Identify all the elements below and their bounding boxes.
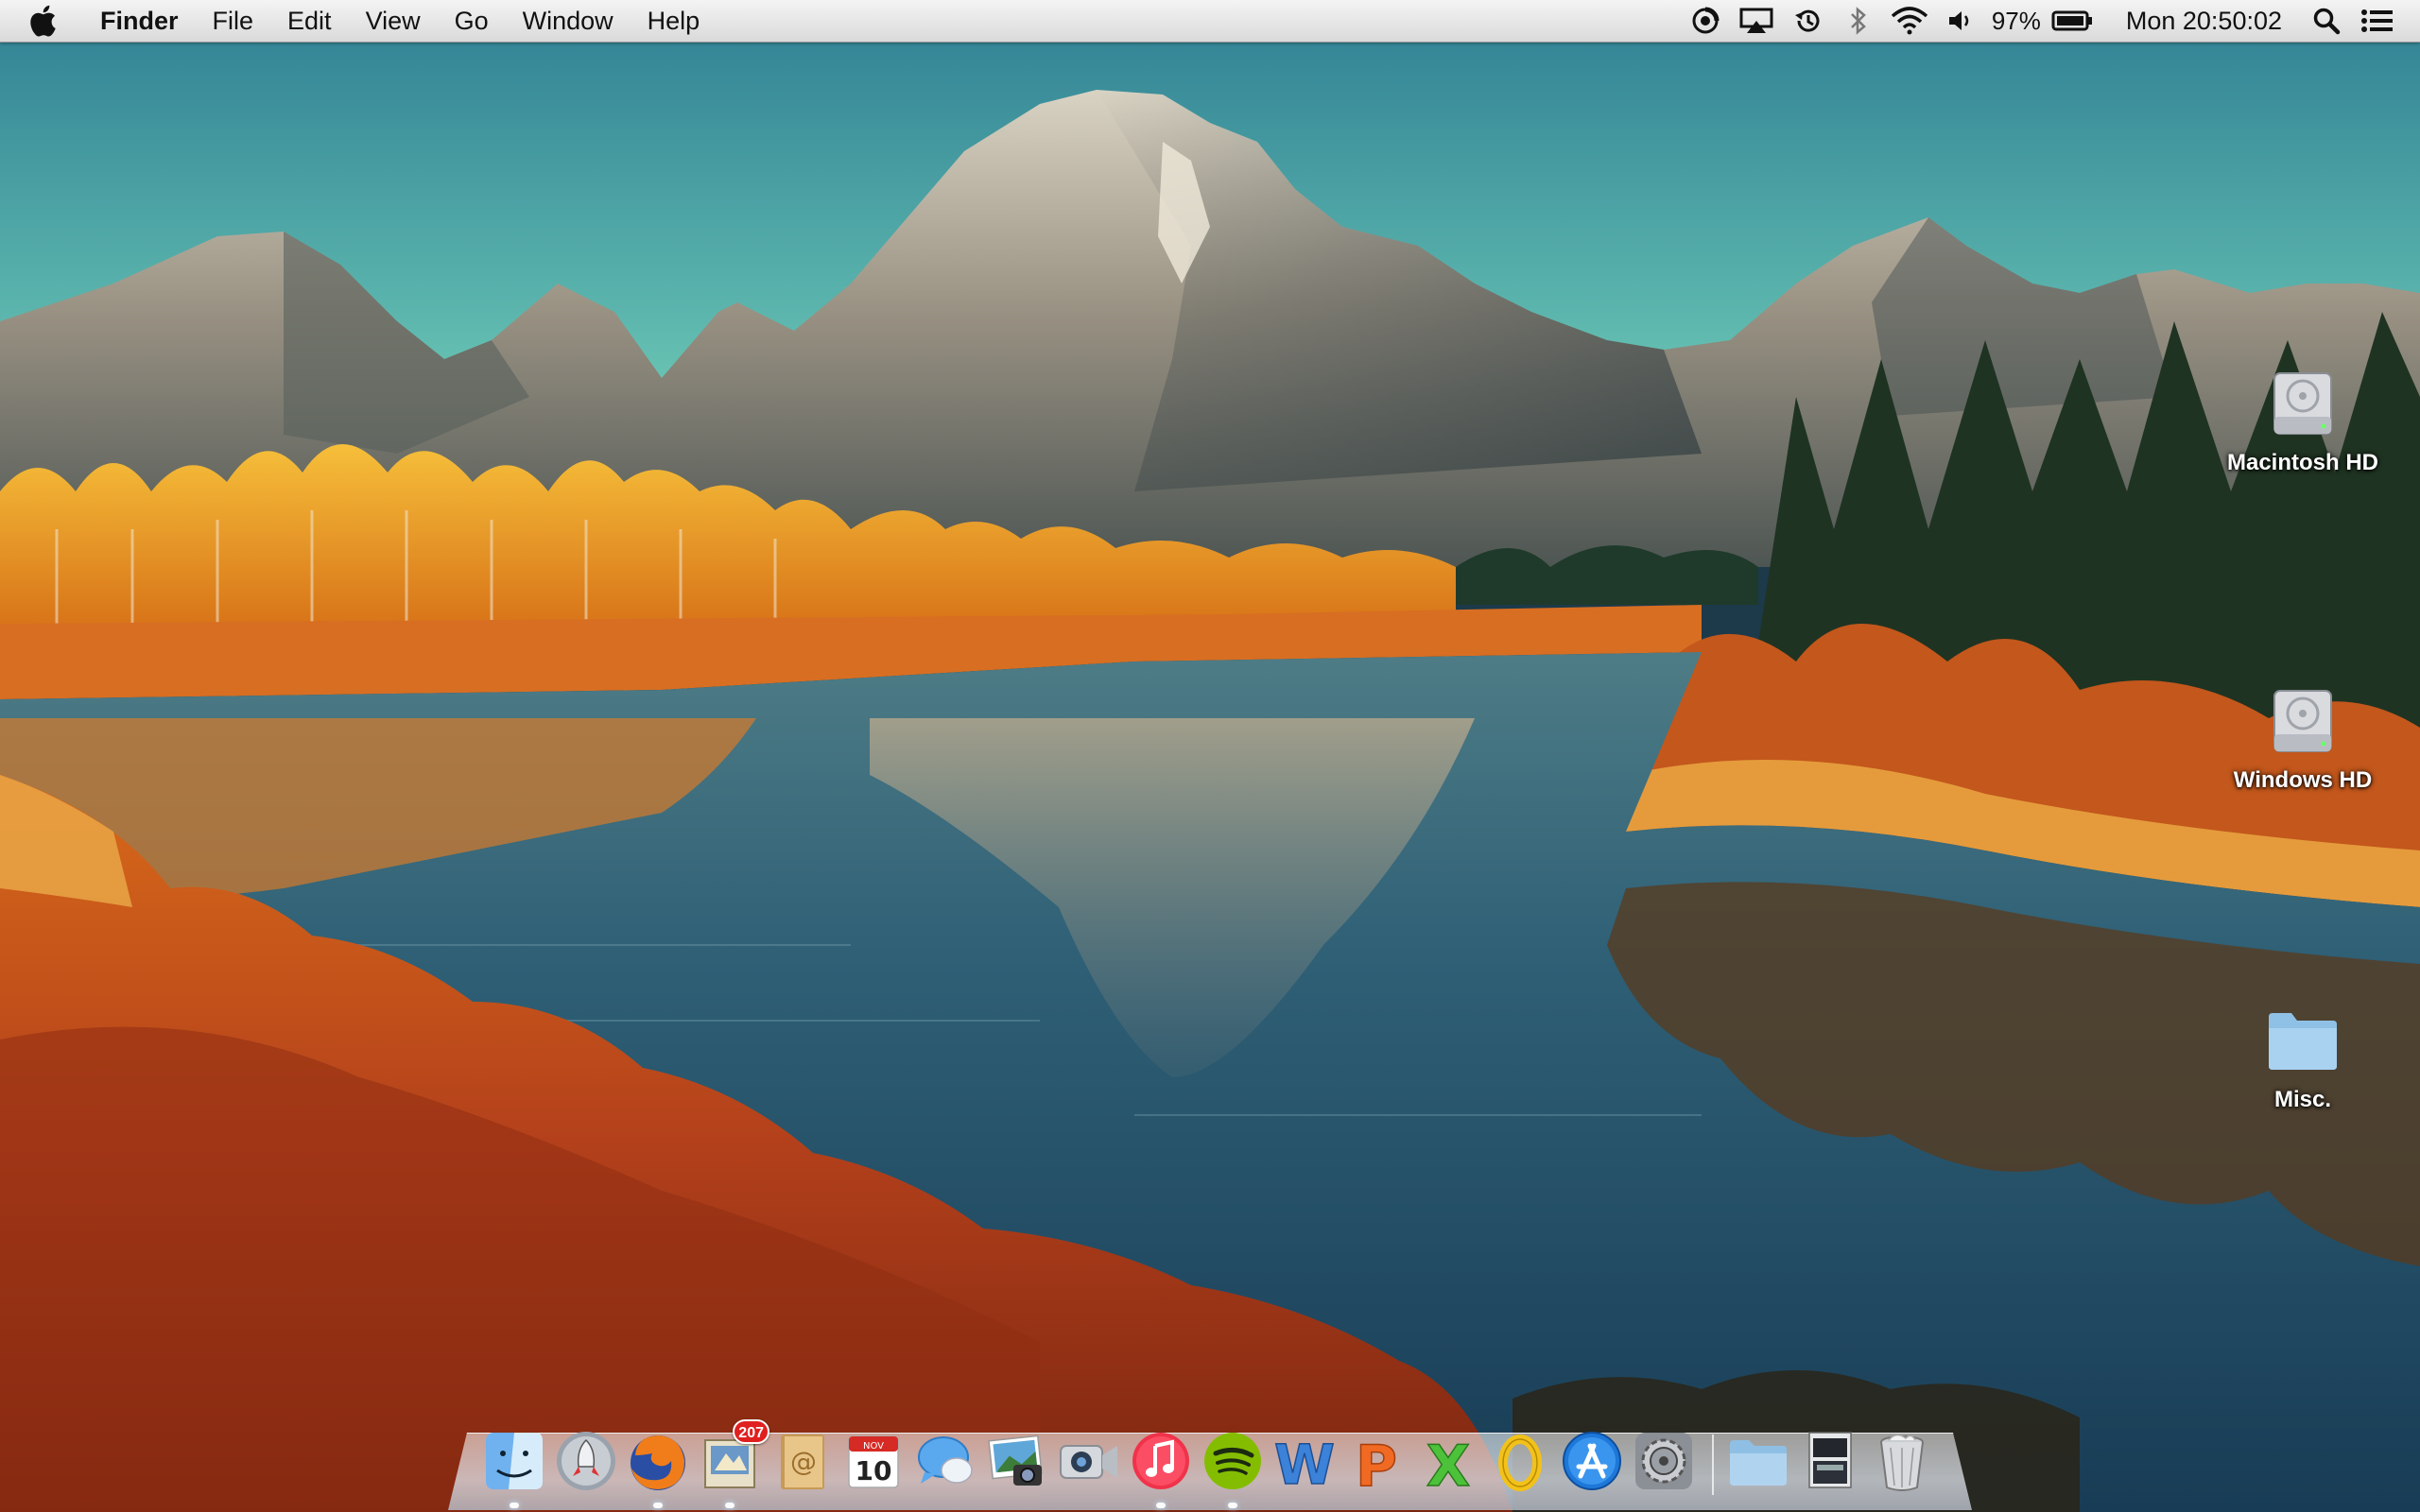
menu-file[interactable]: File — [196, 0, 271, 42]
dock-iphoto[interactable] — [983, 1427, 1051, 1495]
desktop-icon-label: Misc. — [2273, 1087, 2332, 1112]
running-indicator — [1156, 1503, 1166, 1508]
running-indicator — [653, 1503, 663, 1508]
dock-launchpad[interactable] — [552, 1427, 620, 1495]
menu-bar: Finder File Edit View Go Window Help 97%… — [0, 0, 2420, 43]
mail-unread-badge: 207 — [733, 1419, 769, 1444]
menu-window[interactable]: Window — [506, 0, 631, 42]
volume-icon[interactable] — [1935, 0, 1986, 42]
dock-system-preferences[interactable] — [1630, 1427, 1698, 1495]
running-indicator — [1228, 1503, 1237, 1508]
messages-icon — [918, 1436, 973, 1484]
dock-separator — [1702, 1427, 1724, 1495]
word-icon: W — [1273, 1432, 1335, 1495]
dock-firefox[interactable] — [624, 1427, 692, 1508]
dock-messages[interactable] — [911, 1427, 979, 1495]
firefox-icon — [631, 1435, 685, 1490]
dock-powerpoint[interactable]: P — [1342, 1427, 1410, 1495]
dock-spotify[interactable] — [1199, 1427, 1267, 1508]
calendar-month-label: NOV — [863, 1441, 884, 1452]
outlook-icon — [1498, 1435, 1542, 1491]
wifi-icon[interactable] — [1884, 0, 1935, 42]
menu-clock[interactable]: Mon 20:50:02 — [2098, 0, 2301, 42]
dock-mail[interactable]: 207 — [696, 1419, 769, 1508]
dock-contacts[interactable]: @ — [768, 1427, 836, 1495]
dock: 207 @ NOV 10 W P X — [480, 1419, 1936, 1508]
app-store-icon — [1563, 1432, 1621, 1490]
folder-icon — [1730, 1440, 1787, 1486]
dock-excel[interactable]: X — [1414, 1427, 1482, 1495]
excel-icon: X — [1426, 1433, 1471, 1495]
apple-menu-icon[interactable] — [28, 0, 78, 42]
svg-text:W: W — [1274, 1433, 1335, 1495]
calendar-day-label: 10 — [856, 1455, 892, 1486]
desktop-icon-windows-hd[interactable]: Windows HD — [2208, 680, 2397, 794]
desktop-icon-label: Windows HD — [2233, 767, 2373, 793]
facetime-icon — [1060, 1445, 1117, 1479]
folder-icon — [2262, 1000, 2343, 1081]
desktop-icon-macintosh-hd[interactable]: Macintosh HD — [2208, 363, 2397, 476]
svg-text:X: X — [1426, 1434, 1470, 1495]
spotify-icon — [1204, 1433, 1261, 1489]
hard-drive-icon — [2262, 363, 2343, 444]
dock-documents-stack[interactable] — [1796, 1427, 1864, 1495]
dock-calendar[interactable]: NOV 10 — [839, 1427, 908, 1495]
powerpoint-icon: P — [1355, 1433, 1397, 1495]
desktop-icon-label: Macintosh HD — [2226, 450, 2378, 475]
trash-icon — [1880, 1434, 1924, 1491]
running-indicator — [725, 1503, 735, 1508]
menu-bar-left: Finder File Edit View Go Window Help — [0, 0, 717, 42]
hard-drive-icon — [2262, 680, 2343, 762]
notification-center-icon[interactable] — [2352, 0, 2403, 42]
time-machine-icon[interactable] — [1782, 0, 1833, 42]
spotlight-search-icon[interactable] — [2301, 0, 2352, 42]
dock-itunes[interactable] — [1127, 1427, 1195, 1508]
menu-view[interactable]: View — [349, 0, 438, 42]
airplay-icon[interactable] — [1731, 0, 1782, 42]
battery-icon[interactable] — [2047, 0, 2098, 42]
menu-help[interactable]: Help — [631, 0, 717, 42]
menu-bar-extras: 97% Mon 20:50:02 — [1680, 0, 2420, 42]
document-stack-icon — [1808, 1432, 1852, 1488]
dock-outlook[interactable] — [1486, 1427, 1554, 1495]
desktop-wallpaper — [0, 0, 2420, 1512]
battery-percent[interactable]: 97% — [1986, 0, 2047, 42]
contacts-icon: @ — [781, 1435, 824, 1489]
dock-facetime[interactable] — [1055, 1427, 1123, 1495]
dock-app-store[interactable] — [1558, 1427, 1626, 1495]
launchpad-icon — [557, 1432, 615, 1490]
dock-trash[interactable] — [1868, 1427, 1936, 1495]
bluetooth-icon[interactable] — [1833, 0, 1884, 42]
menu-app-name[interactable]: Finder — [78, 0, 196, 42]
itunes-icon — [1132, 1433, 1189, 1489]
iphoto-icon — [988, 1435, 1043, 1486]
system-preferences-gear-icon — [1635, 1433, 1692, 1489]
running-indicator — [510, 1503, 519, 1508]
svg-text:P: P — [1356, 1434, 1397, 1495]
sync-app-icon[interactable] — [1680, 0, 1731, 42]
dock-downloads-folder[interactable] — [1724, 1427, 1792, 1495]
menu-edit[interactable]: Edit — [270, 0, 349, 42]
finder-icon — [486, 1433, 543, 1489]
menu-go[interactable]: Go — [438, 0, 506, 42]
calendar-icon: NOV 10 — [848, 1435, 899, 1488]
svg-text:@: @ — [790, 1446, 817, 1477]
dock-finder[interactable] — [480, 1427, 548, 1508]
dock-word[interactable]: W — [1270, 1427, 1339, 1495]
desktop-icon-misc-folder[interactable]: Misc. — [2208, 1000, 2397, 1113]
